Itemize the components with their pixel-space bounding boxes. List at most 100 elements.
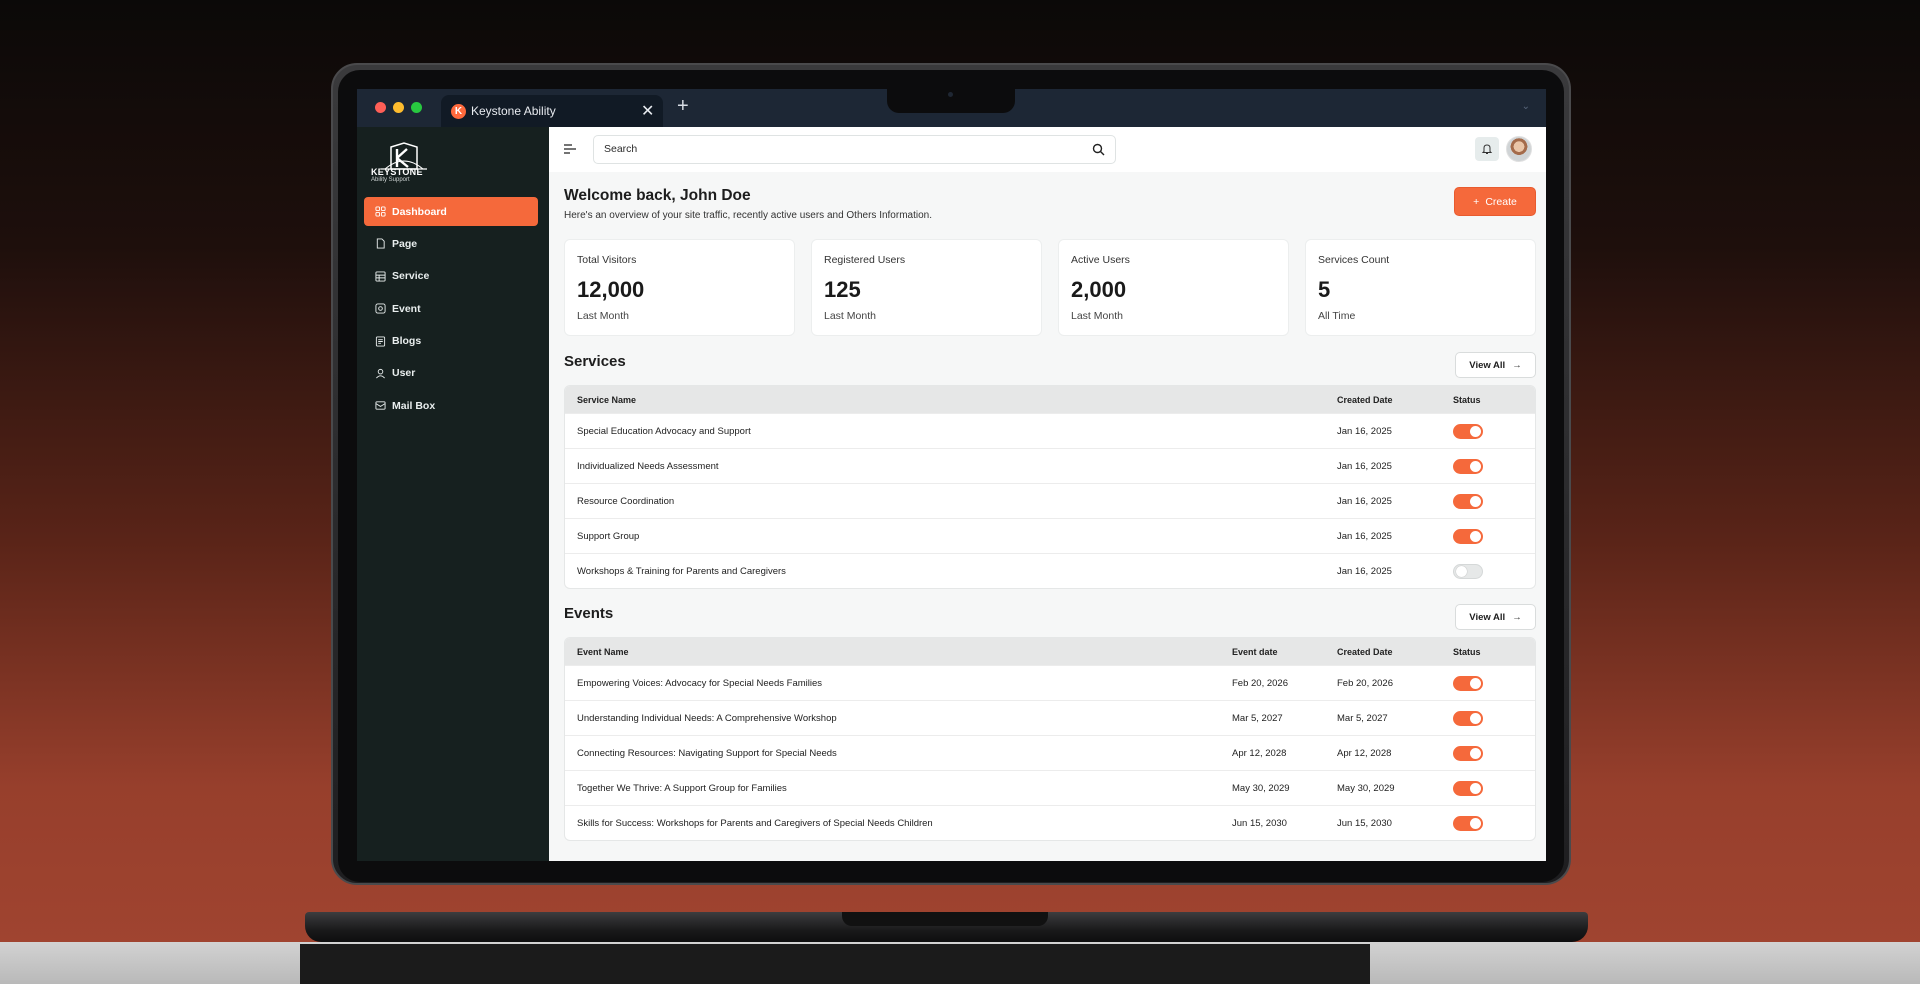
sidebar-item-blogs[interactable]: Blogs [364,327,538,356]
table-cell: May 30, 2029 [1337,783,1395,794]
sidebar-item-label: Event [392,302,421,315]
table-row: Individualized Needs Assessment Jan 16, 2… [565,448,1535,483]
column-header: Service Name [577,395,637,405]
table-cell: Apr 12, 2028 [1337,748,1392,759]
toggle-knob [1470,461,1481,472]
status-toggle[interactable] [1453,564,1483,579]
table-cell: Empowering Voices: Advocacy for Special … [577,678,823,689]
brand-tagline: Ability Support [371,177,410,183]
view-all-label: View All [1469,359,1506,371]
sidebar-item-page[interactable]: Page [364,229,538,258]
notification-bell-icon[interactable] [1475,137,1499,161]
create-button[interactable]: + Create [1454,187,1536,216]
table-cell: Mar 5, 2027 [1337,713,1388,724]
table-cell: Individualized Needs Assessment [577,461,719,472]
blogs-icon [375,336,386,347]
toggle-knob [1456,566,1467,577]
stat-card-active-users: Active Users 2,000 Last Month [1058,239,1289,336]
services-table-header: Service Name Created Date Status [565,386,1535,413]
events-view-all-button[interactable]: View All → [1455,604,1536,630]
toggle-knob [1470,783,1481,794]
tab-title: Keystone Ability [471,104,556,118]
create-button-label: Create [1485,195,1517,208]
status-toggle[interactable] [1453,459,1483,474]
status-toggle[interactable] [1453,781,1483,796]
arrow-right-icon: → [1512,611,1522,623]
table-cell: Jan 16, 2025 [1337,461,1392,472]
toggle-knob [1470,426,1481,437]
sidebar-item-event[interactable]: Event [364,294,538,323]
chevron-down-icon[interactable]: ⌄ [1522,101,1530,112]
table-cell: Together We Thrive: A Support Group for … [577,783,787,794]
table-cell: Jan 16, 2025 [1337,426,1392,437]
column-header: Status [1453,395,1481,405]
user-avatar[interactable] [1506,136,1532,162]
stat-card-registered-users: Registered Users 125 Last Month [811,239,1042,336]
stat-value: 5 [1318,277,1331,302]
table-row: Understanding Individual Needs: A Compre… [565,700,1535,735]
table-cell: Support Group [577,531,640,542]
mail-icon [375,400,386,411]
stats-row: Total Visitors 12,000 Last Month Registe… [564,239,1536,336]
status-toggle[interactable] [1453,816,1483,831]
browser-tab[interactable]: K Keystone Ability ✕ [441,95,663,127]
table-cell: Feb 20, 2026 [1337,678,1393,689]
stat-period: All Time [1318,310,1356,322]
sidebar-item-label: User [392,367,416,380]
stat-card-total-visitors: Total Visitors 12,000 Last Month [564,239,795,336]
toggle-knob [1470,748,1481,759]
events-table-header: Event Name Event date Created Date Statu… [565,638,1535,665]
page-icon [375,238,386,249]
table-cell: May 30, 2029 [1232,783,1290,794]
table-row: Empowering Voices: Advocacy for Special … [565,665,1535,700]
status-toggle[interactable] [1453,494,1483,509]
status-toggle[interactable] [1453,746,1483,761]
table-cell: Jun 15, 2030 [1232,818,1287,829]
table-cell: Skills for Success: Workshops for Parent… [577,818,933,829]
view-all-label: View All [1469,611,1506,623]
arrow-right-icon: → [1512,359,1522,371]
sidebar-item-mail-box[interactable]: Mail Box [364,391,538,420]
services-view-all-button[interactable]: View All → [1455,352,1536,378]
window-minimize-button[interactable] [393,102,404,113]
column-header: Event date [1232,647,1278,657]
status-toggle[interactable] [1453,711,1483,726]
user-icon [375,368,386,379]
table-cell: Feb 20, 2026 [1232,678,1288,689]
window-maximize-button[interactable] [411,102,422,113]
new-tab-icon[interactable]: + [677,95,689,118]
sidebar-item-label: Page [392,237,418,250]
events-table: Event Name Event date Created Date Statu… [564,637,1536,841]
table-row: Special Education Advocacy and Support Ja… [565,413,1535,448]
status-toggle[interactable] [1453,529,1483,544]
stat-period: Last Month [1071,310,1123,322]
search-icon[interactable] [1092,143,1105,156]
column-header: Created Date [1337,395,1393,405]
table-cell: Understanding Individual Needs: A Compre… [577,713,837,724]
table-cell: Connecting Resources: Navigating Support… [577,748,837,759]
plus-icon: + [1473,195,1480,208]
sidebar: KEYSTONE Ability Support Dashboard Page … [357,127,549,861]
table-row: Together We Thrive: A Support Group for … [565,770,1535,805]
sidebar-item-label: Service [392,270,430,283]
search-input[interactable] [604,143,1084,155]
status-toggle[interactable] [1453,676,1483,691]
dashboard-icon [375,206,386,217]
window-close-button[interactable] [375,102,386,113]
sidebar-item-dashboard[interactable]: Dashboard [364,197,538,226]
table-cell: Apr 12, 2028 [1232,748,1287,759]
stat-label: Registered Users [824,254,906,266]
status-toggle[interactable] [1453,424,1483,439]
dashboard-main: Welcome back, John Doe Here's an overvie… [549,172,1546,861]
camera-notch [887,89,1015,113]
sidebar-item-user[interactable]: User [364,359,538,388]
welcome-title: Welcome back, John Doe [564,187,751,204]
tab-close-icon[interactable]: ✕ [641,101,654,121]
stat-period: Last Month [824,310,876,322]
column-header: Event Name [577,647,629,657]
stat-value: 125 [824,277,861,302]
toggle-knob [1470,531,1481,542]
menu-icon[interactable] [563,143,577,155]
sidebar-item-service[interactable]: Service [364,262,538,291]
table-cell: Jan 16, 2025 [1337,531,1392,542]
